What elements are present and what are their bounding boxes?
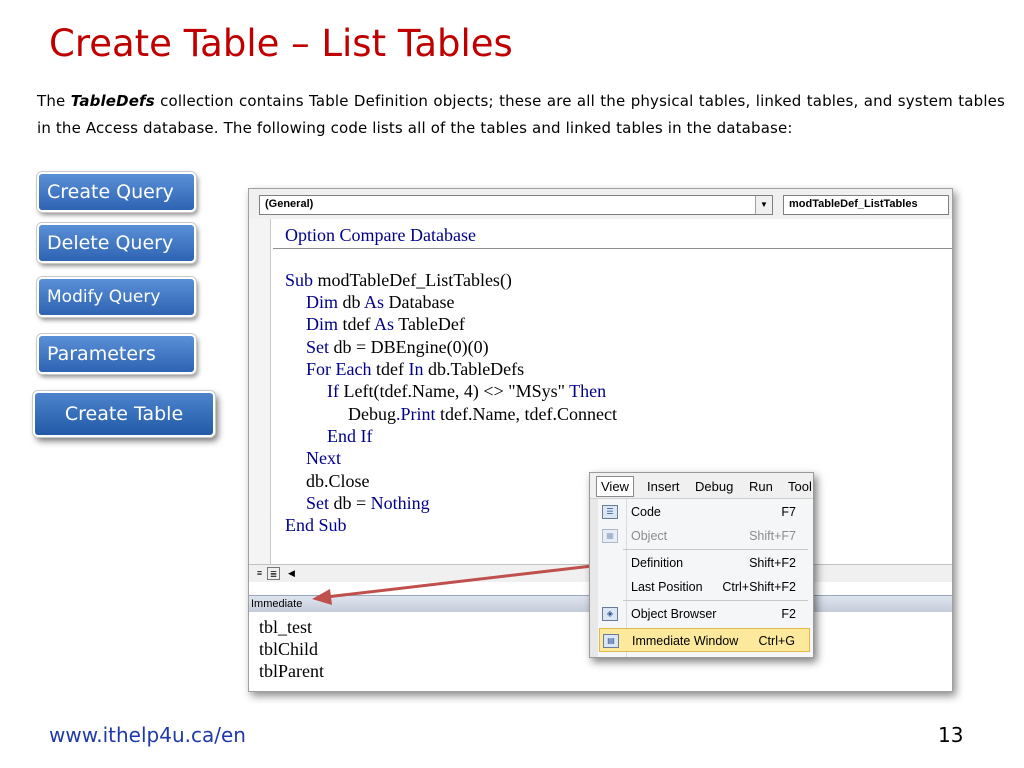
menu-separator	[623, 549, 808, 550]
code-line: Dim tdef As TableDef	[306, 314, 465, 334]
menu-debug[interactable]: Debug	[695, 479, 733, 494]
code-line: End If	[327, 426, 373, 446]
menu-left-edge	[590, 499, 598, 657]
procedure-combo[interactable]: modTableDef_ListTables	[783, 195, 949, 215]
dropdown-arrow-icon[interactable]: ▼	[755, 196, 772, 214]
code-line: Set db = Nothing	[306, 493, 430, 513]
code-line: db.Close	[306, 471, 370, 491]
menu-item-definition[interactable]: Definition Shift+F2	[599, 551, 810, 575]
code-view-icon: ☰	[602, 505, 618, 519]
menu-item-code[interactable]: ☰ Code F7	[599, 500, 810, 524]
immediate-output-line: tblChild	[259, 639, 319, 659]
menu-view[interactable]: View	[596, 476, 634, 497]
footer-link[interactable]: www.ithelp4u.ca/en	[49, 723, 246, 747]
code-margin	[249, 219, 271, 571]
object-combo[interactable]: (General) ▼	[259, 195, 773, 215]
view-menu-popup: View Insert Debug Run Tool ☰ Code F7 ▦ O…	[589, 472, 814, 658]
menu-insert[interactable]: Insert	[647, 479, 680, 494]
menu-separator	[623, 600, 808, 601]
nav-button-create-query[interactable]: Create Query	[37, 172, 196, 212]
callout-arrow-head	[312, 589, 332, 605]
code-line: Option Compare Database	[285, 225, 476, 245]
code-line: End Sub	[285, 515, 347, 535]
intro-bold-term: TableDefs	[70, 92, 155, 110]
menu-bar: View Insert Debug Run Tool	[590, 473, 813, 499]
object-view-icon: ▦	[602, 529, 618, 543]
code-line: Set db = DBEngine(0)(0)	[306, 337, 489, 357]
intro-text: The TableDefs collection contains Table …	[37, 92, 1005, 137]
object-browser-icon: ◈	[602, 607, 618, 621]
menu-run[interactable]: Run	[749, 479, 773, 494]
procedure-view-icon[interactable]: ≡	[253, 567, 266, 580]
code-line: If Left(tdef.Name, 4) <> "MSys" Then	[327, 381, 607, 401]
combo-bar: (General) ▼ modTableDef_ListTables	[249, 189, 952, 219]
nav-button-parameters[interactable]: Parameters	[37, 334, 196, 374]
code-line: Dim db As Database	[306, 292, 455, 312]
code-line: Next	[306, 448, 341, 468]
immediate-output-line: tbl_test	[259, 617, 312, 637]
nav-button-create-table[interactable]: Create Table	[33, 391, 215, 437]
menu-item-object-browser[interactable]: ◈ Object Browser F2	[599, 602, 810, 626]
menu-item-immediate-window[interactable]: ▤ Immediate Window Ctrl+G	[599, 628, 810, 652]
menu-item-last-position[interactable]: Last Position Ctrl+Shift+F2	[599, 575, 810, 599]
code-line: For Each tdef In db.TableDefs	[306, 359, 525, 379]
menu-tools[interactable]: Tool	[788, 479, 812, 494]
nav-button-delete-query[interactable]: Delete Query	[37, 223, 196, 263]
slide-title: Create Table – List Tables	[49, 22, 513, 65]
nav-button-modify-query[interactable]: Modify Query	[37, 277, 196, 317]
immediate-window-icon: ▤	[603, 634, 619, 648]
callout-arrow-line	[325, 564, 593, 599]
page-number: 13	[938, 723, 964, 747]
immediate-output-line: tblParent	[259, 661, 324, 681]
code-line: Debug.Print tdef.Name, tdef.Connect	[348, 404, 617, 424]
menu-item-object[interactable]: ▦ Object Shift+F7	[599, 524, 810, 548]
code-line: Sub modTableDef_ListTables()	[285, 270, 512, 290]
callout-arrow	[312, 564, 593, 605]
full-module-view-icon[interactable]: ≣	[267, 567, 280, 580]
scroll-left-icon[interactable]: ◀	[285, 567, 298, 580]
